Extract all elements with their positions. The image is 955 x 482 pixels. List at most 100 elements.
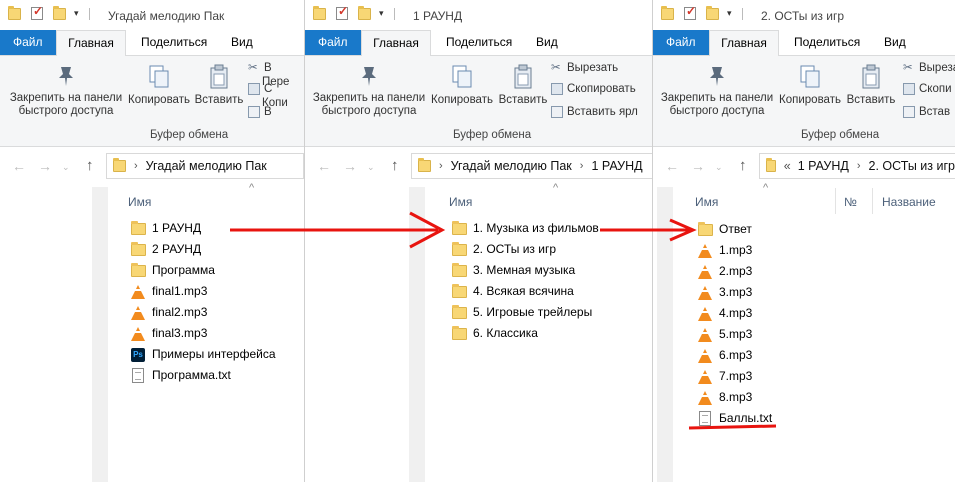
- customize-dropdown-icon[interactable]: ▾: [727, 8, 732, 19]
- column-header-name[interactable]: Имя: [128, 195, 151, 209]
- breadcrumb-separator-icon[interactable]: ›: [857, 160, 861, 172]
- tab-file[interactable]: Файл: [0, 30, 57, 55]
- address-bar[interactable]: › Угадай мелодию Пак › 1 РАУНД: [411, 153, 653, 179]
- tab-view[interactable]: Вид: [874, 30, 916, 55]
- paste-shortcut-button[interactable]: Вставить ярл: [551, 106, 638, 119]
- list-item[interactable]: 6.mp3: [697, 345, 752, 366]
- list-item[interactable]: final1.mp3: [130, 281, 207, 302]
- back-arrow-icon[interactable]: ←: [317, 158, 331, 174]
- list-item[interactable]: final2.mp3: [130, 302, 207, 323]
- copy-path-button[interactable]: Скопи: [903, 83, 952, 96]
- pin-quick-access-button[interactable]: Закрепить на панели быстрого доступа: [6, 64, 126, 118]
- list-item[interactable]: 4.mp3: [697, 303, 752, 324]
- customize-dropdown-icon[interactable]: ▾: [74, 8, 79, 19]
- cut-button[interactable]: ✂ Выреза: [903, 62, 955, 75]
- breadcrumb-item[interactable]: 1 РАУНД: [591, 159, 642, 173]
- properties-icon[interactable]: [336, 4, 348, 20]
- paste-button[interactable]: Вставить: [193, 64, 245, 107]
- forward-arrow-icon[interactable]: →: [691, 158, 705, 174]
- list-item[interactable]: 8.mp3: [697, 387, 752, 408]
- breadcrumb-item[interactable]: Угадай мелодию Пак: [451, 159, 572, 173]
- column-header-title[interactable]: Название: [882, 195, 936, 209]
- list-item[interactable]: 6. Классика: [451, 323, 538, 344]
- copy-button[interactable]: Копировать: [429, 64, 495, 107]
- paste-shortcut-button[interactable]: В: [248, 106, 272, 119]
- customize-dropdown-icon[interactable]: ▾: [379, 8, 384, 19]
- folder-icon[interactable]: [661, 5, 674, 20]
- paste-shortcut-button[interactable]: Встав: [903, 106, 950, 119]
- breadcrumb-separator-icon[interactable]: ›: [439, 160, 443, 172]
- pin-quick-access-button[interactable]: Закрепить на панели быстрого доступа: [309, 64, 429, 118]
- list-item[interactable]: 2 РАУНД: [130, 239, 201, 260]
- tab-home[interactable]: Главная: [56, 30, 126, 56]
- list-item[interactable]: 2. ОСТы из игр: [451, 239, 556, 260]
- list-item[interactable]: 5.mp3: [697, 324, 752, 345]
- forward-arrow-icon[interactable]: →: [343, 158, 357, 174]
- tab-home[interactable]: Главная: [709, 30, 779, 56]
- list-item[interactable]: 3. Мемная музыка: [451, 260, 575, 281]
- tab-view[interactable]: Вид: [221, 30, 263, 55]
- navigation-scrollbar[interactable]: [409, 187, 425, 482]
- cut-button[interactable]: ✂ В: [248, 62, 272, 75]
- copy-button[interactable]: Копировать: [126, 64, 192, 107]
- paste-button[interactable]: Вставить: [497, 64, 549, 107]
- new-folder-icon[interactable]: [358, 5, 371, 20]
- tab-home[interactable]: Главная: [361, 30, 431, 56]
- copy-path-button[interactable]: Скопировать: [551, 83, 636, 96]
- column-header-number[interactable]: №: [844, 195, 857, 209]
- back-arrow-icon[interactable]: ←: [12, 158, 26, 174]
- address-bar[interactable]: › Угадай мелодию Пак: [106, 153, 304, 179]
- properties-icon[interactable]: [684, 4, 696, 20]
- column-header-name[interactable]: Имя: [695, 195, 718, 209]
- navigation-scrollbar[interactable]: [92, 187, 108, 482]
- breadcrumb-separator-icon[interactable]: ›: [580, 160, 584, 172]
- list-item[interactable]: 1. Музыка из фильмов: [451, 218, 599, 239]
- recent-dropdown-icon[interactable]: ⌄: [367, 162, 375, 173]
- breadcrumb-item[interactable]: 1 РАУНД: [798, 159, 849, 173]
- tab-view[interactable]: Вид: [526, 30, 568, 55]
- forward-arrow-icon[interactable]: →: [38, 158, 52, 174]
- breadcrumb-separator-icon[interactable]: ›: [134, 160, 138, 172]
- column-divider[interactable]: [835, 188, 836, 214]
- pin-quick-access-button[interactable]: Закрепить на панели быстрого доступа: [657, 64, 777, 118]
- navigation-scrollbar[interactable]: [657, 187, 673, 482]
- new-folder-icon[interactable]: [53, 5, 66, 20]
- up-arrow-icon[interactable]: ↑: [86, 157, 94, 174]
- list-item[interactable]: Ответ: [697, 219, 752, 240]
- list-item[interactable]: final3.mp3: [130, 323, 207, 344]
- properties-icon[interactable]: [31, 4, 43, 20]
- tab-file[interactable]: Файл: [305, 30, 362, 55]
- list-item[interactable]: Программа.txt: [130, 365, 231, 386]
- up-arrow-icon[interactable]: ↑: [391, 157, 399, 174]
- breadcrumb-overflow-icon[interactable]: «: [784, 159, 791, 173]
- column-header-name[interactable]: Имя: [449, 195, 472, 209]
- list-item[interactable]: 5. Игровые трейлеры: [451, 302, 592, 323]
- list-item[interactable]: 3.mp3: [697, 282, 752, 303]
- cut-button[interactable]: ✂ Вырезать: [551, 62, 618, 75]
- tab-share[interactable]: Поделиться: [436, 30, 522, 55]
- list-item[interactable]: 1.mp3: [697, 240, 752, 261]
- breadcrumb-item[interactable]: Угадай мелодию Пак: [146, 159, 267, 173]
- recent-dropdown-icon[interactable]: ⌄: [715, 162, 723, 173]
- list-item[interactable]: Ps Примеры интерфейса: [130, 344, 276, 365]
- copy-to-button[interactable]: С: [248, 83, 272, 96]
- copy-button[interactable]: Копировать: [777, 64, 843, 107]
- tab-file[interactable]: Файл: [653, 30, 710, 55]
- folder-icon[interactable]: [313, 5, 326, 20]
- up-arrow-icon[interactable]: ↑: [739, 157, 747, 174]
- list-item[interactable]: Программа: [130, 260, 215, 281]
- recent-dropdown-icon[interactable]: ⌄: [62, 162, 70, 173]
- breadcrumb-item[interactable]: 2. ОСТы из игр: [869, 159, 955, 173]
- list-item[interactable]: Баллы.txt: [697, 408, 772, 429]
- tab-share[interactable]: Поделиться: [131, 30, 217, 55]
- list-item[interactable]: 2.mp3: [697, 261, 752, 282]
- column-divider[interactable]: [872, 188, 873, 214]
- paste-button[interactable]: Вставить: [845, 64, 897, 107]
- folder-icon[interactable]: [8, 5, 21, 20]
- new-folder-icon[interactable]: [706, 5, 719, 20]
- list-item[interactable]: 1 РАУНД: [130, 218, 201, 239]
- list-item[interactable]: 7.mp3: [697, 366, 752, 387]
- address-bar[interactable]: « 1 РАУНД › 2. ОСТы из игр: [759, 153, 955, 179]
- tab-share[interactable]: Поделиться: [784, 30, 870, 55]
- list-item[interactable]: 4. Всякая всячина: [451, 281, 574, 302]
